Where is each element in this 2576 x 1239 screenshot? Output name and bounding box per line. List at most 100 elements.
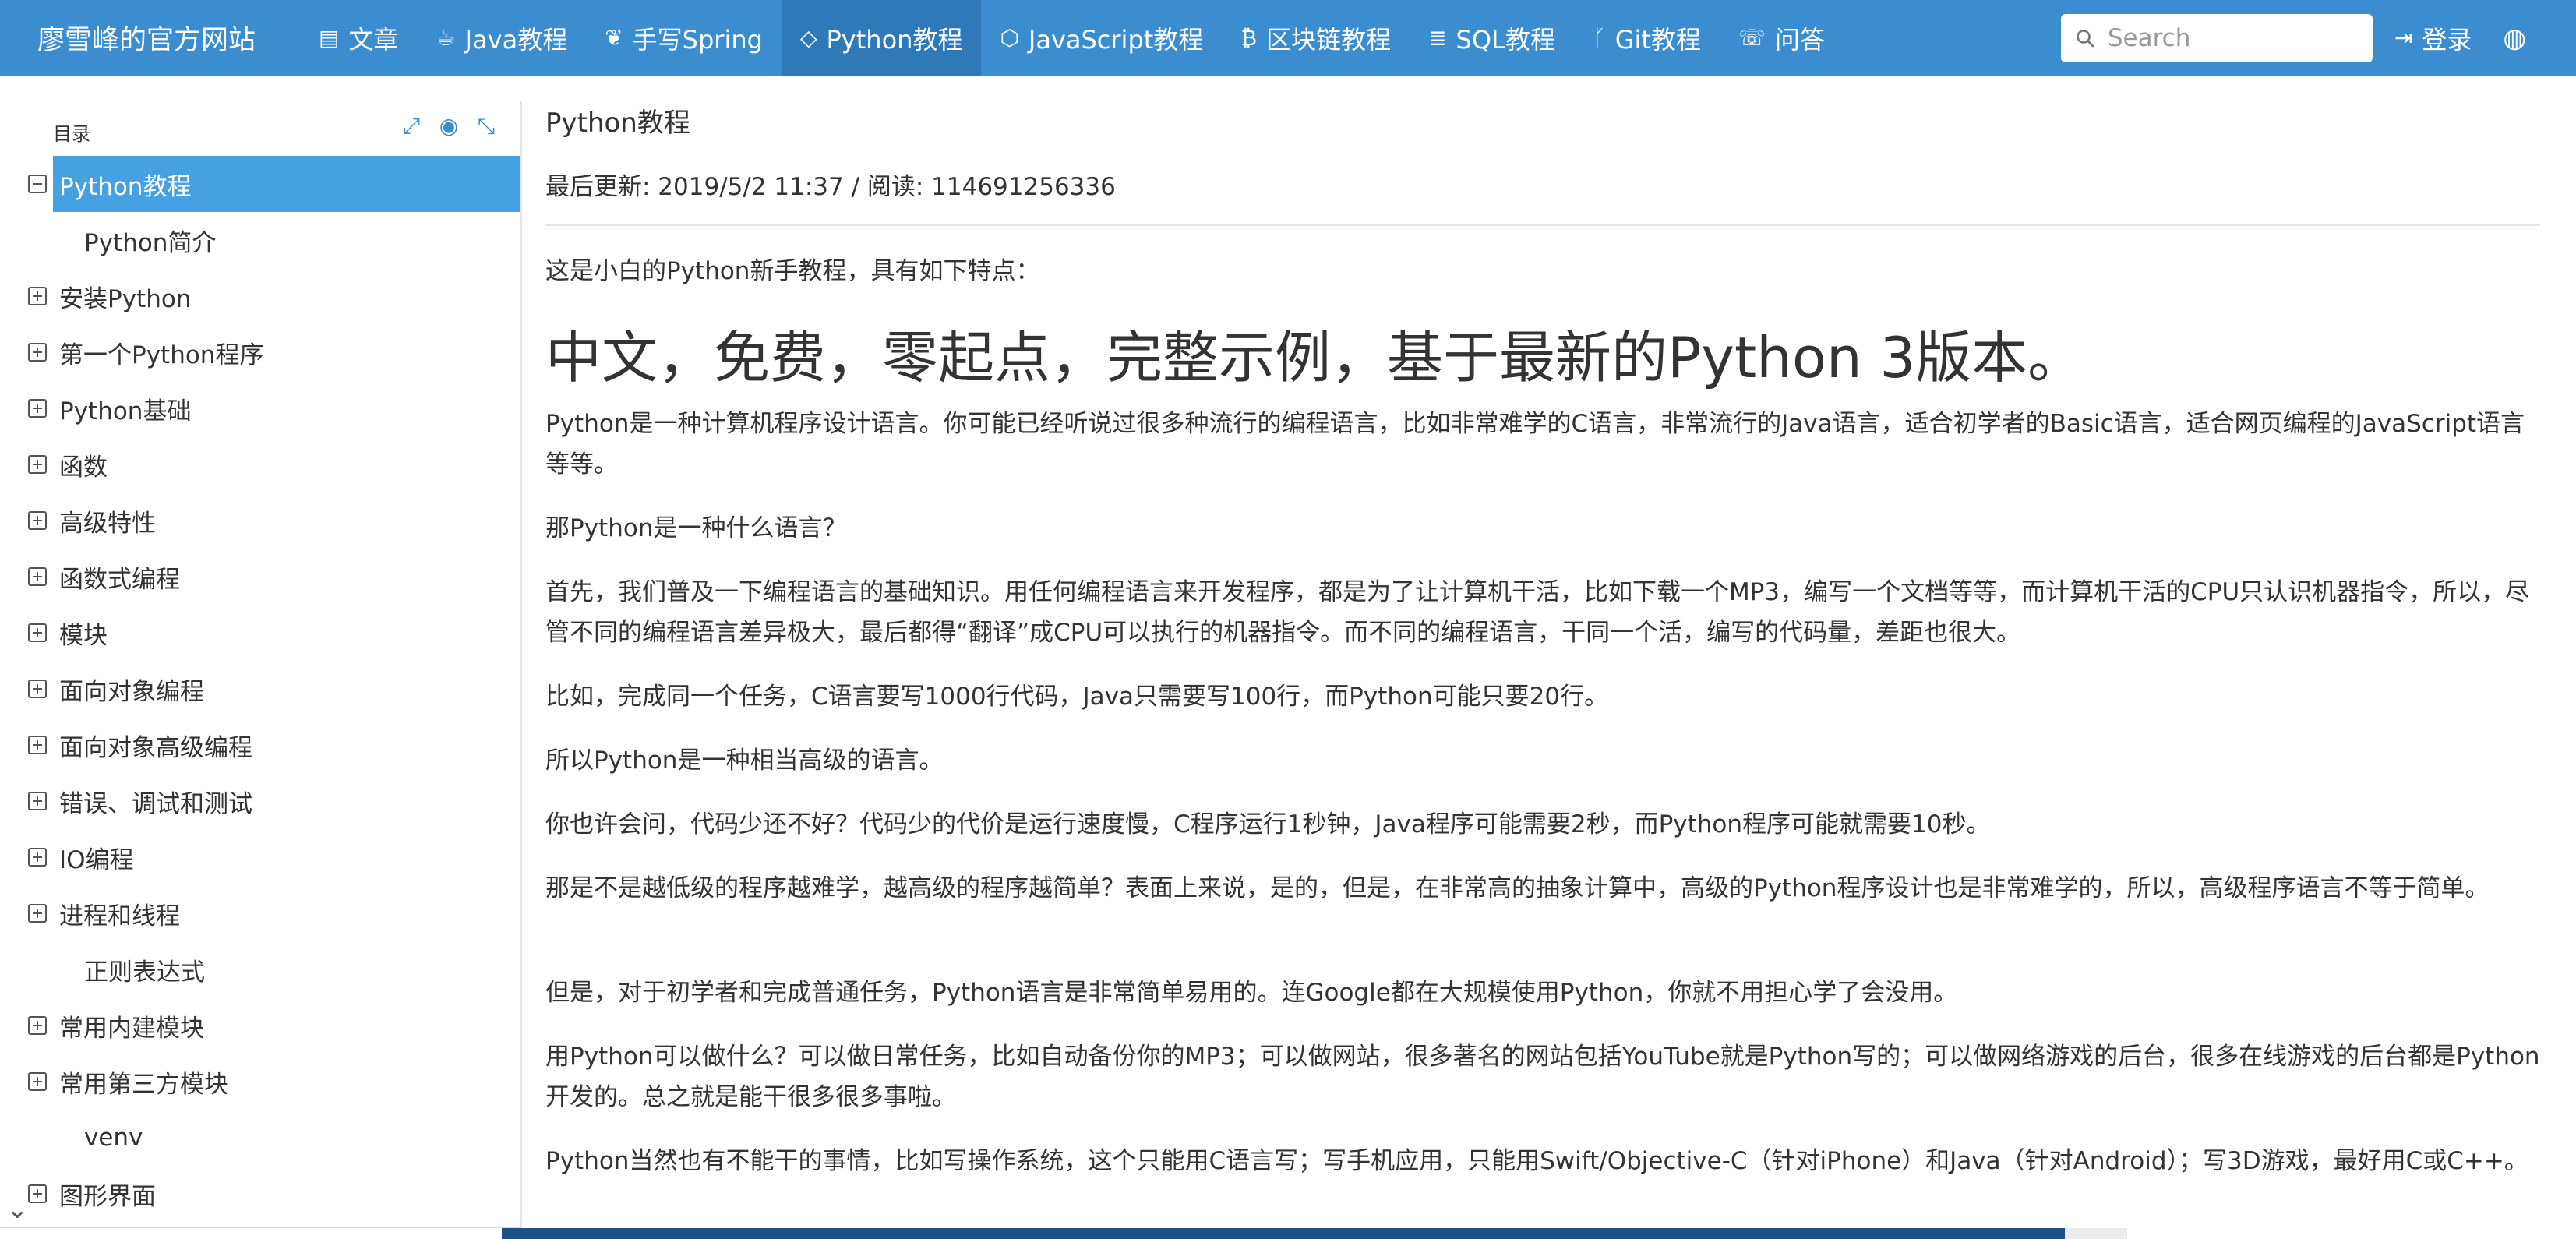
toc-item-label: 高级特性 — [59, 509, 156, 538]
nav-label: Python教程 — [826, 24, 963, 55]
nav-item-qa[interactable]: ☏ 问答 — [1720, 0, 1844, 76]
compress-icon[interactable]: ⤡ — [474, 114, 499, 139]
expand-toggle-icon[interactable] — [28, 287, 47, 305]
expand-toggle-icon[interactable] — [28, 792, 47, 810]
expand-toggle-icon[interactable] — [28, 343, 47, 362]
article-paragraph: Python是一种计算机程序设计语言。你可能已经听说过很多种流行的编程语言，比如… — [545, 410, 2525, 478]
search-box[interactable] — [2060, 13, 2373, 62]
toc-item[interactable]: venv — [0, 1110, 520, 1166]
expand-toggle-icon[interactable] — [28, 455, 47, 474]
bottom-scroll-strip — [502, 1228, 2065, 1239]
toc-item[interactable]: 第一个Python程序 — [0, 324, 520, 380]
nav-label: JavaScript教程 — [1028, 24, 1204, 55]
chevron-down-icon[interactable]: ⌄ — [6, 1194, 29, 1225]
html5-icon: ⬡ — [1000, 24, 1019, 51]
toc-item-label: Python简介 — [84, 228, 217, 257]
toc-item[interactable]: Python简介 — [0, 212, 520, 268]
site-brand[interactable]: 廖雪峰的官方网站 — [0, 18, 300, 58]
login-label: 登录 — [2422, 24, 2472, 55]
toc-item-label: 模块 — [59, 621, 108, 650]
nav-item-blockchain[interactable]: ₿ 区块链教程 — [1222, 0, 1410, 76]
header-divider — [545, 224, 2540, 226]
toc-item-label: 进程和线程 — [59, 902, 180, 930]
toc-item[interactable]: Python基础 — [0, 380, 520, 436]
toc-item-label: 第一个Python程序 — [59, 341, 264, 369]
target-icon[interactable]: ◉ — [436, 114, 461, 139]
globe-icon[interactable]: ◍ — [2503, 23, 2526, 54]
toc-item[interactable]: 高级特性 — [0, 492, 520, 549]
expand-toggle-icon[interactable] — [28, 848, 47, 867]
article-meta: 最后更新: 2019/5/2 11:37 / 阅读: 114691256336 — [545, 173, 1116, 201]
toc-item[interactable]: 模块 — [0, 605, 520, 661]
toc-item[interactable]: 面向对象编程 — [0, 661, 520, 717]
expand-toggle-icon[interactable] — [28, 1016, 47, 1035]
git-branch-icon: ᚴ — [1592, 24, 1606, 51]
nav-label: 手写Spring — [632, 24, 763, 55]
toc-item[interactable]: 常用内建模块 — [0, 997, 520, 1054]
toc-item-label: 面向对象高级编程 — [59, 733, 252, 762]
toc-item[interactable]: IO编程 — [0, 829, 520, 885]
page-title: Python教程 — [545, 108, 690, 139]
expand-toggle-icon[interactable] — [28, 567, 47, 586]
toc-item-label: 正则表达式 — [84, 958, 205, 987]
expand-toggle-icon[interactable] — [28, 736, 47, 754]
expand-toggle-icon[interactable] — [28, 1184, 47, 1203]
article-paragraph: Python当然也有不能干的事情，比如写操作系统，这个只能用C语言写；写手机应用… — [545, 1147, 2528, 1175]
expand-toggle-icon[interactable] — [28, 1072, 47, 1091]
expand-toggle-icon[interactable] — [28, 511, 47, 530]
article-paragraph: 那Python是一种什么语言？ — [545, 514, 847, 542]
collapse-icon[interactable] — [28, 175, 47, 193]
sidebar-divider — [0, 1227, 522, 1228]
nav-item-spring[interactable]: ❦ 手写Spring — [586, 0, 782, 76]
nav-item-python[interactable]: ◇ Python教程 — [781, 0, 982, 76]
search-icon — [2077, 29, 2094, 47]
comments-icon: ☏ — [1738, 24, 1766, 51]
nav-label: Git教程 — [1614, 24, 1701, 55]
expand-toggle-icon[interactable] — [28, 623, 47, 642]
nav-label: 区块链教程 — [1266, 24, 1392, 55]
intro-paragraph: 这是小白的Python新手教程，具有如下特点： — [545, 257, 1040, 285]
nav-label: 文章 — [348, 24, 399, 55]
feature-headline: 中文，免费，零起点，完整示例，基于最新的Python 3版本。 — [545, 325, 2084, 390]
expand-toggle-icon[interactable] — [28, 399, 47, 418]
coffee-icon: ☕ — [436, 24, 456, 51]
toc-item-label: Python基础 — [59, 397, 192, 425]
article-paragraph: 你也许会问，代码少还不好？代码少的代价是运行速度慢，C程序运行1秒钟，Java程… — [545, 810, 1991, 838]
toc-item[interactable]: 正则表达式 — [0, 941, 520, 997]
sign-in-icon: ⇥ — [2394, 24, 2413, 51]
toc-item[interactable]: 函数 — [0, 436, 520, 492]
toc-item[interactable]: 错误、调试和测试 — [0, 773, 520, 829]
toc-item-label: 函数式编程 — [59, 565, 180, 594]
expand-toggle-icon[interactable] — [28, 680, 47, 698]
nav-item-sql[interactable]: ≣ SQL教程 — [1410, 0, 1574, 76]
nav-item-articles[interactable]: ▤ 文章 — [300, 0, 417, 76]
toc-item-label: 函数 — [59, 453, 108, 482]
toc-item[interactable]: 函数式编程 — [0, 549, 520, 605]
toc-item-label: Python教程 — [59, 172, 192, 201]
article-paragraph: 用Python可以做什么？可以做日常任务，比如自动备份你的MP3；可以做网站，很… — [545, 1043, 2540, 1111]
toc-item-python-tutorial[interactable]: Python教程 — [28, 156, 520, 212]
top-navbar: 廖雪峰的官方网站 ▤ 文章 ☕ Java教程 ❦ 手写Spring ◇ Pyth… — [0, 0, 2576, 76]
expand-toggle-icon[interactable] — [28, 904, 47, 923]
toc-item[interactable]: 面向对象高级编程 — [0, 717, 520, 773]
toc-item[interactable]: 安装Python — [0, 268, 520, 324]
expand-icon[interactable]: ⤢ — [399, 114, 424, 139]
toc-item-label: IO编程 — [59, 845, 134, 874]
toc-toolbar: ⤢ ◉ ⤡ — [399, 114, 499, 139]
search-input[interactable] — [2107, 23, 2357, 52]
login-button[interactable]: ⇥ 登录 — [2394, 20, 2472, 56]
nav-label: SQL教程 — [1456, 24, 1555, 55]
leaf-icon: ❦ — [605, 24, 623, 51]
toc-item[interactable]: 图形界面 — [0, 1166, 520, 1222]
toc-item-label: 安装Python — [59, 284, 192, 313]
nav-item-git[interactable]: ᚴ Git教程 — [1574, 0, 1720, 76]
article-paragraph: 首先，我们普及一下编程语言的基础知识。用任何编程语言来开发程序，都是为了让计算机… — [545, 578, 2530, 647]
database-icon: ≣ — [1428, 24, 1447, 51]
toc-title: 目录 — [53, 123, 90, 145]
toc-item[interactable]: 进程和线程 — [0, 885, 520, 941]
toc-item[interactable]: 常用第三方模块 — [0, 1054, 520, 1110]
nav-item-java[interactable]: ☕ Java教程 — [417, 0, 586, 76]
nav-label: Java教程 — [464, 24, 568, 55]
code-icon: ◇ — [799, 24, 817, 51]
nav-item-javascript[interactable]: ⬡ JavaScript教程 — [981, 0, 1222, 76]
